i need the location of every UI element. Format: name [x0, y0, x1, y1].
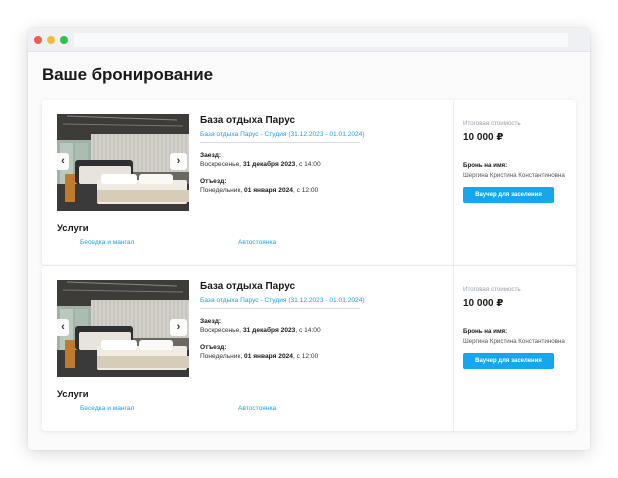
maximize-dot-icon[interactable]	[60, 36, 68, 44]
service-parking-link[interactable]: Автостоянка	[238, 405, 276, 412]
checkin-value: Воскресенье, 31 декабря 2023, с 14:00	[200, 161, 321, 168]
total-value: 10 000 ₽	[463, 298, 504, 309]
service-parking-link[interactable]: Автостоянка	[238, 239, 276, 246]
address-bar[interactable]	[74, 33, 568, 47]
checkout-date: 01 января 2024	[244, 187, 293, 194]
browser-titlebar	[28, 28, 590, 52]
card-divider	[453, 266, 454, 431]
checkout-value: Понедельник, 01 января 2024, с 12:00	[200, 187, 318, 194]
page-content: Ваше бронирование ‹ › База отдыха Парус …	[28, 52, 590, 450]
total-label: Итоговая стоимость	[463, 120, 521, 127]
checkout-value: Понедельник, 01 января 2024, с 12:00	[200, 353, 318, 360]
service-gazebo-link[interactable]: Беседка и мангал	[80, 239, 134, 246]
page-title: Ваше бронирование	[42, 65, 213, 84]
checkin-value: Воскресенье, 31 декабря 2023, с 14:00	[200, 327, 321, 334]
booking-card: ‹ › База отдыха Парус База отдыха Парус …	[42, 266, 576, 431]
booked-name-value: Шергина Кристина Константиновна	[463, 172, 565, 179]
checkout-time: , с 12:00	[292, 353, 319, 360]
browser-window: Ваше бронирование ‹ › База отдыха Парус …	[28, 28, 590, 450]
photo-prev-button[interactable]: ‹	[57, 319, 69, 336]
photo-next-button[interactable]: ›	[170, 319, 187, 336]
room-link[interactable]: База отдыха Парус - Студия (31.12.2023 -…	[200, 131, 365, 143]
services-title: Услуги	[57, 389, 89, 400]
checkin-time: , с 14:00	[295, 161, 321, 168]
checkin-date: 31 декабря 2023	[242, 327, 296, 334]
card-divider	[453, 100, 454, 265]
room-photo: ‹ ›	[57, 280, 189, 377]
total-value: 10 000 ₽	[463, 132, 504, 143]
booked-name-value: Шергина Кристина Константиновна	[463, 338, 565, 345]
checkin-label: Заезд:	[200, 318, 222, 325]
photo-next-button[interactable]: ›	[170, 153, 187, 170]
room-photo: ‹ ›	[57, 114, 189, 211]
booked-name-label: Бронь на имя:	[463, 328, 508, 335]
services-title: Услуги	[57, 223, 89, 234]
checkout-label: Отъезд:	[200, 344, 227, 351]
checkin-date: 31 декабря 2023	[242, 161, 296, 168]
checkout-time: , с 12:00	[292, 187, 319, 194]
total-label: Итоговая стоимость	[463, 286, 521, 293]
checkin-time: , с 14:00	[295, 327, 321, 334]
room-link[interactable]: База отдыха Парус - Студия (31.12.2023 -…	[200, 297, 365, 309]
booking-card: ‹ › База отдыха Парус База отдыха Парус …	[42, 100, 576, 265]
voucher-button[interactable]: Ваучер для заселения	[463, 353, 554, 369]
minimize-dot-icon[interactable]	[47, 36, 55, 44]
booked-name-label: Бронь на имя:	[463, 162, 508, 169]
close-dot-icon[interactable]	[34, 36, 42, 44]
service-gazebo-link[interactable]: Беседка и мангал	[80, 405, 134, 412]
checkout-label: Отъезд:	[200, 178, 227, 185]
checkout-day: Понедельник,	[200, 353, 243, 360]
hotel-name: База отдыха Парус	[200, 115, 296, 126]
checkout-day: Понедельник,	[200, 187, 243, 194]
hotel-name: База отдыха Парус	[200, 281, 296, 292]
photo-prev-button[interactable]: ‹	[57, 153, 69, 170]
checkin-day: Воскресенье,	[200, 327, 242, 334]
checkout-date: 01 января 2024	[244, 353, 293, 360]
checkin-label: Заезд:	[200, 152, 222, 159]
voucher-button[interactable]: Ваучер для заселения	[463, 187, 554, 203]
checkin-day: Воскресенье,	[200, 161, 242, 168]
